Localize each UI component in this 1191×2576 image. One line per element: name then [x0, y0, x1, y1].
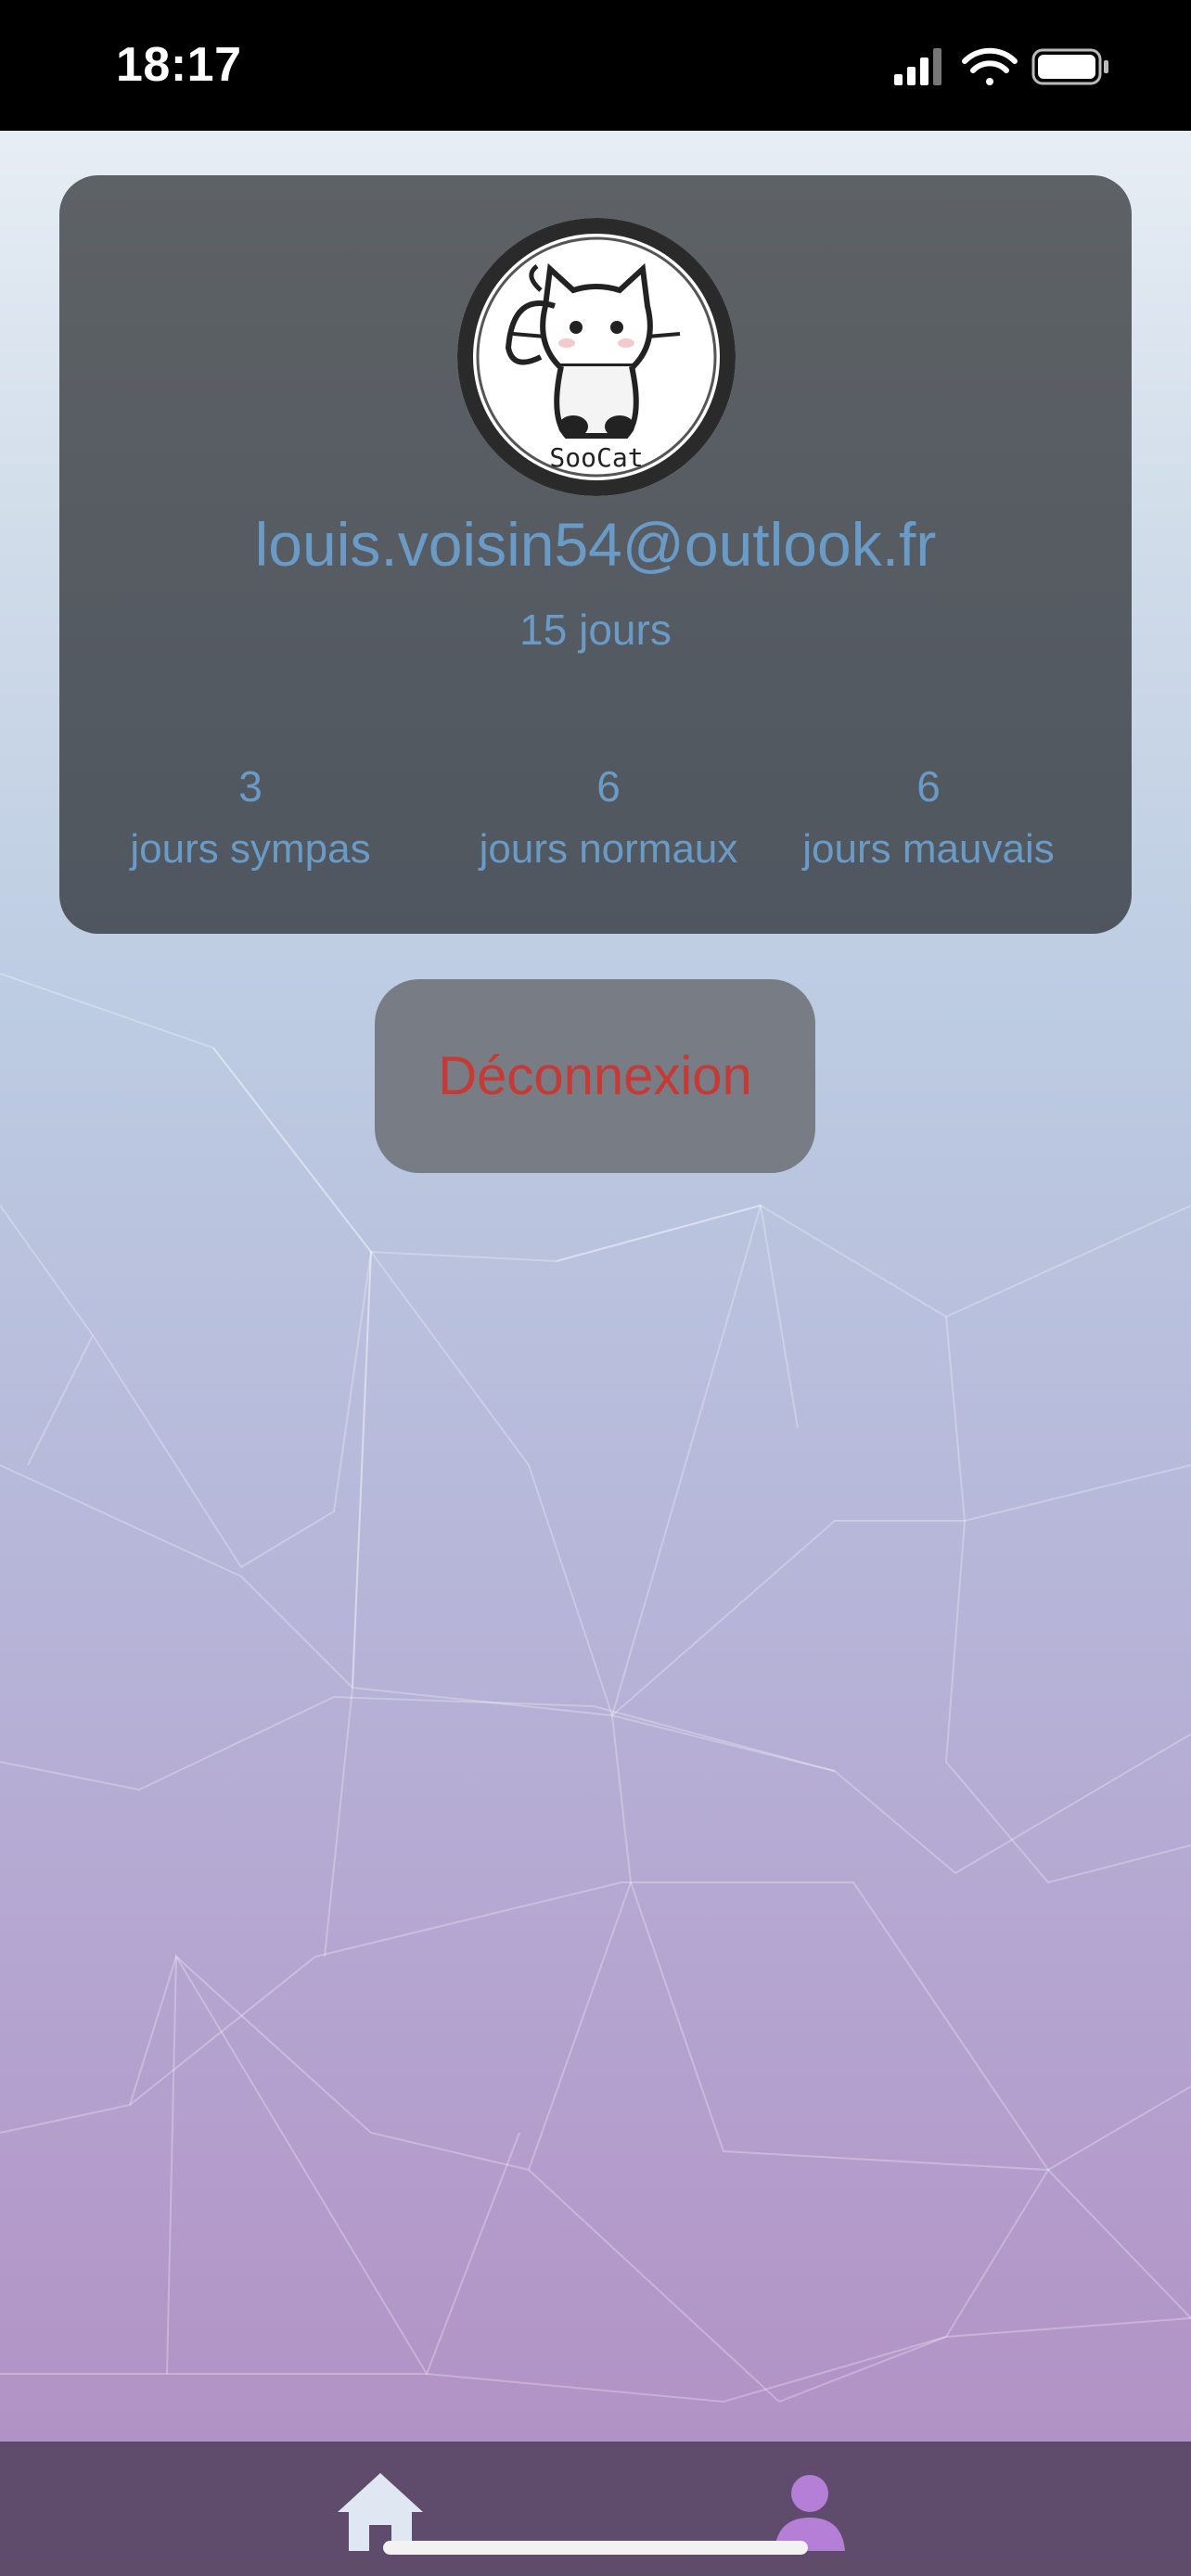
stat-bad-value: 6: [916, 762, 941, 810]
stat-normal-days: 6 jours normaux: [442, 761, 775, 873]
tab-bar: [0, 2442, 1191, 2576]
status-icons: [894, 47, 1108, 85]
profile-card: SooCat louis.voisin54@outlook.fr 15 jour…: [59, 175, 1132, 934]
logout-button[interactable]: Déconnexion: [375, 979, 815, 1173]
cat-logo-icon: SooCat: [460, 221, 733, 493]
status-bar: 18:17: [0, 0, 1191, 131]
signal-icon: [894, 48, 941, 85]
screen: 18:17 SooCat louis.voisin54@outlook.fr 1…: [0, 0, 1191, 2576]
stat-good-value: 3: [238, 762, 263, 810]
stat-normal-value: 6: [596, 762, 621, 810]
user-email: louis.voisin54@outlook.fr: [254, 510, 937, 579]
stat-normal-label: jours normaux: [479, 826, 738, 872]
stat-bad-label: jours mauvais: [802, 826, 1055, 872]
stat-good-label: jours sympas: [130, 826, 371, 872]
days-count: 15 jours: [519, 606, 672, 654]
battery-icon: [1031, 48, 1108, 85]
avatar: SooCat: [457, 218, 736, 496]
avatar-text: SooCat: [549, 442, 643, 473]
stat-bad-days: 6 jours mauvais: [762, 761, 1095, 873]
home-indicator: [383, 2541, 808, 2555]
wifi-icon: [962, 47, 1018, 85]
status-time: 18:17: [116, 38, 242, 92]
stat-good-days: 3 jours sympas: [83, 761, 417, 873]
